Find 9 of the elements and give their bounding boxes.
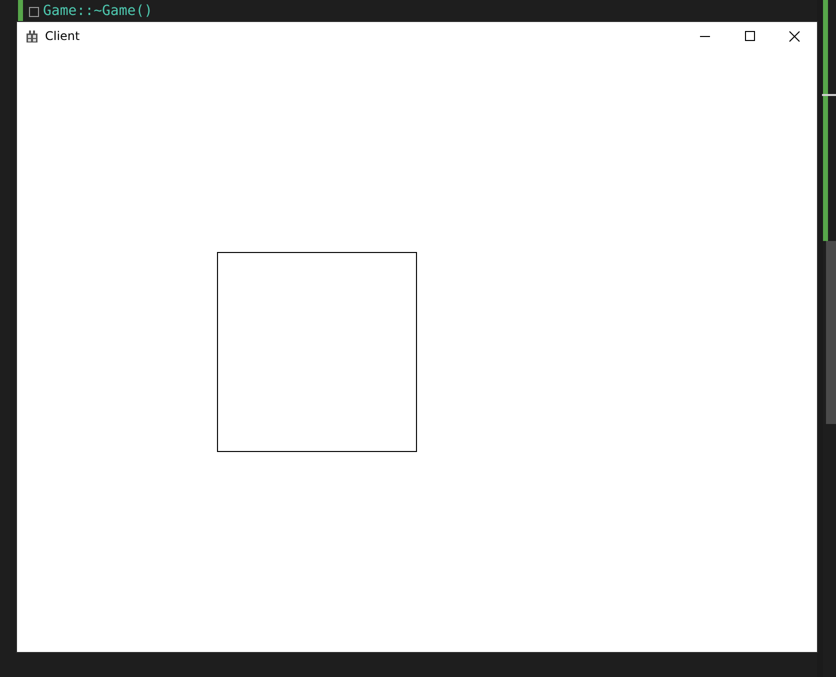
scroll-marker [822, 94, 836, 96]
maximize-icon [744, 31, 754, 41]
window-title: Client [45, 29, 81, 43]
collapse-icon[interactable] [29, 6, 39, 16]
close-icon [789, 30, 800, 42]
change-bar [18, 0, 23, 22]
code-line: Game::~Game() [43, 3, 153, 20]
scrollbar-thumb[interactable] [826, 241, 836, 424]
app-icon [26, 30, 38, 42]
